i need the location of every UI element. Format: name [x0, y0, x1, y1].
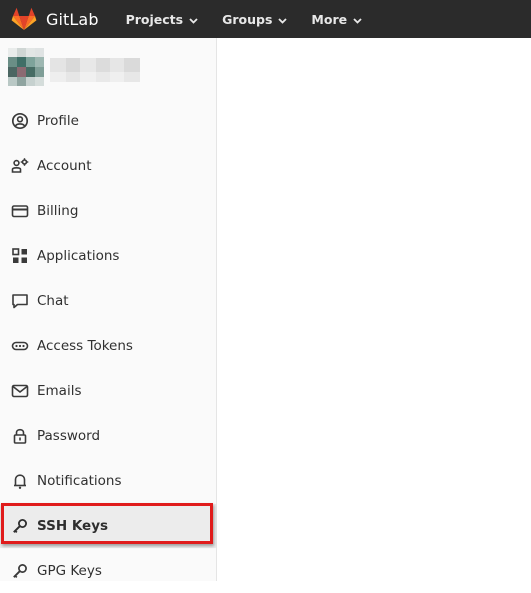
sidebar-item-label: Applications: [37, 248, 120, 264]
lock-icon: [11, 427, 29, 445]
nav-projects-dropdown[interactable]: Projects: [126, 0, 199, 38]
top-navbar: GitLab Projects Groups More: [0, 0, 531, 38]
gitlab-home-link[interactable]: GitLab: [11, 0, 99, 38]
sidebar-item-access-tokens[interactable]: Access Tokens: [0, 324, 216, 368]
sidebar-item-label: Notifications: [37, 473, 122, 489]
sidebar-item-applications[interactable]: Applications: [0, 234, 216, 278]
sidebar-item-label: Emails: [37, 383, 82, 399]
sidebar-item-label: GPG Keys: [37, 563, 102, 579]
sidebar-item-label: Access Tokens: [37, 338, 133, 354]
gitlab-logo-icon: [11, 7, 37, 31]
nav-projects-label: Projects: [125, 11, 184, 27]
token-icon: [11, 337, 29, 355]
nav-groups-label: Groups: [222, 11, 273, 27]
chevron-down-icon: [189, 12, 198, 27]
sidebar-item-account[interactable]: Account: [0, 144, 216, 188]
sidebar-item-notifications[interactable]: Notifications: [0, 459, 216, 503]
billing-icon: [11, 202, 29, 220]
sidebar-item-gpg-keys[interactable]: GPG Keys: [0, 549, 216, 593]
key-icon: [11, 517, 29, 535]
email-icon: [11, 382, 29, 400]
applications-icon: [11, 247, 29, 265]
sidebar-item-label: Chat: [37, 293, 69, 309]
chevron-down-icon: [353, 12, 362, 27]
sidebar-item-chat[interactable]: Chat: [0, 279, 216, 323]
sidebar-item-ssh-keys[interactable]: SSH Keys: [0, 504, 216, 548]
sidebar-item-profile[interactable]: Profile: [0, 99, 216, 143]
profile-icon: [11, 112, 29, 130]
nav-more-dropdown[interactable]: More: [311, 0, 362, 38]
chat-icon: [11, 292, 29, 310]
sidebar-item-billing[interactable]: Billing: [0, 189, 216, 233]
sidebar-item-emails[interactable]: Emails: [0, 369, 216, 413]
key-icon: [11, 562, 29, 580]
sidebar-item-label: Password: [37, 428, 101, 444]
nav-groups-dropdown[interactable]: Groups: [222, 0, 288, 38]
sidebar-item-password[interactable]: Password: [0, 414, 216, 458]
sidebar-item-label: Account: [37, 158, 92, 174]
chevron-down-icon: [278, 12, 288, 27]
sidebar-item-label: Profile: [37, 113, 79, 129]
sidebar-item-label: SSH Keys: [37, 518, 109, 534]
nav-more-label: More: [311, 11, 348, 27]
sidebar-item-label: Billing: [37, 203, 79, 219]
bell-icon: [11, 472, 29, 490]
account-icon: [11, 157, 29, 175]
main-content-area: [217, 38, 531, 581]
settings-sidebar: Profile Account Billing Applications Cha…: [0, 38, 217, 581]
brand-name: GitLab: [46, 9, 99, 29]
user-avatar-blurred[interactable]: [8, 48, 148, 86]
